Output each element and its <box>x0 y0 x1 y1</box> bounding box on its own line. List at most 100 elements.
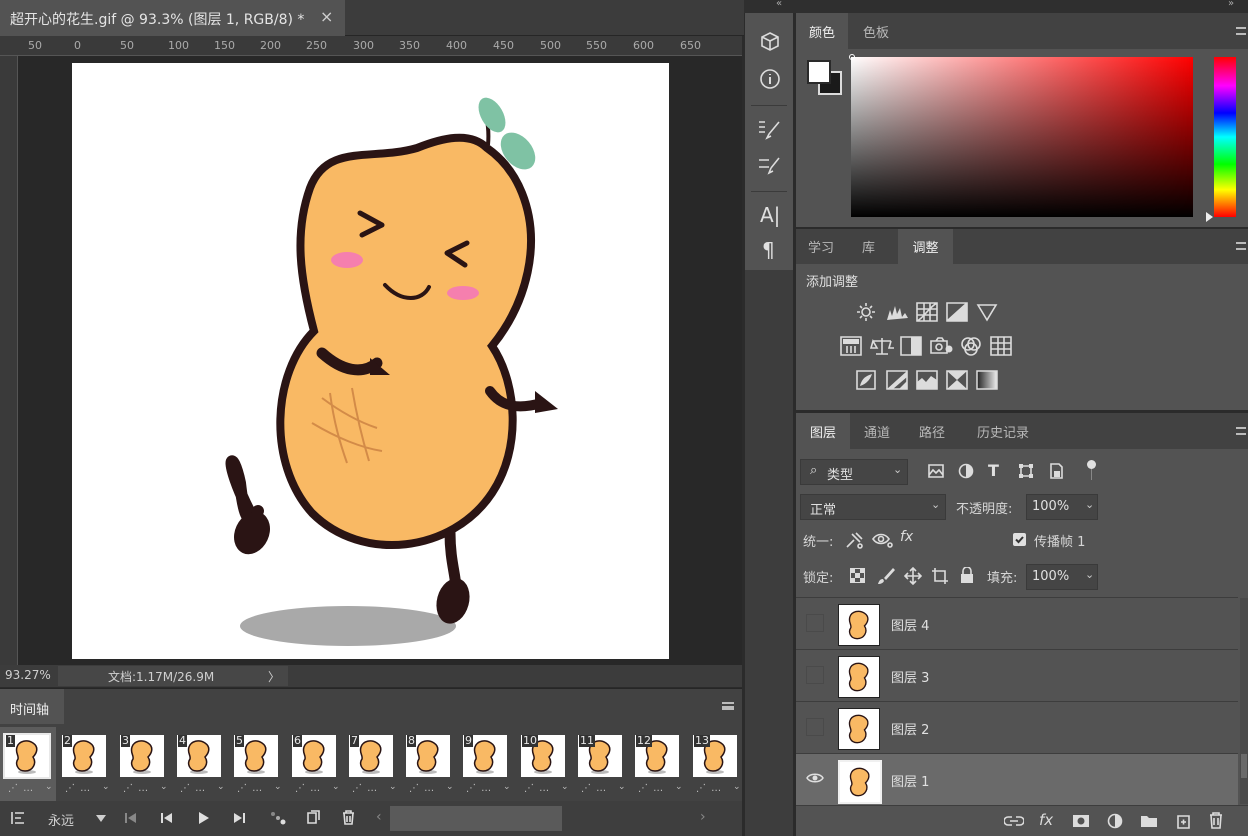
timeline-scroll-left[interactable]: ‹ <box>376 809 382 825</box>
frame-delay[interactable]: ⋰ … <box>295 783 321 794</box>
selective-color-icon[interactable] <box>946 370 968 390</box>
timeline-frame[interactable]: 10 ⋰ … ⌄ <box>516 727 572 801</box>
layer-row[interactable]: 图层 3 <box>796 650 1238 702</box>
timeline-frame[interactable]: 13 ⋰ … ⌄ <box>688 727 744 801</box>
tab-channels[interactable]: 通道 <box>850 413 904 449</box>
visibility-toggle[interactable] <box>806 666 824 684</box>
frame-delay[interactable]: ⋰ … <box>180 783 206 794</box>
hue-slider-marker[interactable] <box>1206 212 1213 222</box>
unify-visibility-icon[interactable] <box>872 531 894 549</box>
chevron-down-icon[interactable]: ⌄ <box>446 782 454 792</box>
link-layers-icon[interactable] <box>1004 815 1024 827</box>
layer-filter-select[interactable]: ⌕ 类型 ⌄ <box>800 459 908 485</box>
exposure-icon[interactable] <box>946 302 968 322</box>
hue-slider[interactable] <box>1214 57 1236 217</box>
play-icon[interactable] <box>198 811 210 825</box>
tab-adjustments[interactable]: 调整 <box>898 229 953 264</box>
frame-delay[interactable]: ⋰ … <box>65 783 91 794</box>
next-frame-icon[interactable] <box>232 812 246 824</box>
eye-icon[interactable] <box>806 772 824 784</box>
lock-all-icon[interactable] <box>960 567 974 584</box>
new-adjustment-layer-icon[interactable] <box>1107 813 1123 829</box>
frame-delay[interactable]: ⋰ … <box>638 783 664 794</box>
timeline-frame[interactable]: 2 ⋰ … ⌄ <box>57 727 113 801</box>
tab-layers[interactable]: 图层 <box>796 413 850 449</box>
chevron-down-icon[interactable]: ⌄ <box>389 782 397 792</box>
lock-transparent-icon[interactable] <box>850 568 865 583</box>
new-group-icon[interactable] <box>1140 814 1158 828</box>
tab-libraries[interactable]: 库 <box>846 229 891 264</box>
color-balance-icon[interactable] <box>870 336 894 356</box>
levels-icon[interactable] <box>886 302 910 322</box>
layer-name[interactable]: 图层 1 <box>891 771 929 790</box>
timeline-frame[interactable]: 12 ⋰ … ⌄ <box>630 727 686 801</box>
new-layer-icon[interactable] <box>1176 813 1191 829</box>
chevron-down-icon[interactable]: ⌄ <box>733 782 741 792</box>
chevron-down-icon[interactable]: ⌄ <box>1085 498 1094 511</box>
zoom-level[interactable]: 93.27% <box>5 668 51 682</box>
timeline-frame[interactable]: 9 ⋰ … ⌄ <box>458 727 514 801</box>
frame-delay[interactable]: ⋰ … <box>581 783 607 794</box>
loop-option[interactable]: 永远 <box>48 810 74 829</box>
character-panel-icon[interactable]: A| <box>760 203 780 227</box>
propagate-frame-checkbox[interactable] <box>1013 533 1026 546</box>
layer-row[interactable]: 图层 1 <box>796 754 1238 806</box>
chevron-down-icon[interactable]: ⌄ <box>102 782 110 792</box>
document-tab[interactable]: 超开心的花生.gif @ 93.3% (图层 1, RGB/8) * × <box>0 0 345 36</box>
color-field[interactable] <box>851 57 1193 217</box>
vibrance-icon[interactable] <box>976 302 998 322</box>
frame-delay[interactable]: ⋰ … <box>352 783 378 794</box>
visibility-toggle[interactable] <box>806 614 824 632</box>
duplicate-frame-icon[interactable] <box>306 810 320 825</box>
filter-type-icon[interactable]: T <box>988 461 999 480</box>
hue-saturation-icon[interactable] <box>840 336 862 356</box>
frame-delay[interactable]: ⋰ … <box>123 783 149 794</box>
timeline-menu-icon[interactable] <box>722 702 734 710</box>
timeline-frame[interactable]: 1 ⋰ … ⌄ <box>0 727 56 801</box>
gradient-map-icon[interactable] <box>976 370 998 390</box>
timeline-tab[interactable]: 时间轴 <box>0 689 64 724</box>
timeline-frame[interactable]: 7 ⋰ … ⌄ <box>344 727 400 801</box>
filter-adjustment-icon[interactable] <box>958 463 974 479</box>
delete-layer-icon[interactable] <box>1209 812 1223 829</box>
tab-learn[interactable]: 学习 <box>796 229 846 264</box>
frame-delay[interactable]: ⋰ … <box>696 783 722 794</box>
chevron-down-icon[interactable]: ⌄ <box>675 782 683 792</box>
curves-icon[interactable] <box>916 302 938 322</box>
invert-icon[interactable] <box>856 370 876 390</box>
black-white-icon[interactable] <box>900 336 922 356</box>
filter-pixel-icon[interactable] <box>928 464 944 478</box>
lock-image-icon[interactable] <box>877 567 895 585</box>
blend-mode-select[interactable]: 正常 ⌄ <box>800 494 946 520</box>
collapse-icon[interactable]: « <box>776 0 782 9</box>
brush-presets-icon[interactable] <box>757 155 783 177</box>
chevron-down-icon[interactable]: ⌄ <box>503 782 511 792</box>
lock-position-icon[interactable] <box>904 567 922 585</box>
frame-delay[interactable]: ⋰ … <box>466 783 492 794</box>
layer-row[interactable]: 图层 2 <box>796 702 1238 754</box>
timeline-frame[interactable]: 11 ⋰ … ⌄ <box>573 727 629 801</box>
timeline-frame[interactable]: 6 ⋰ … ⌄ <box>287 727 343 801</box>
loop-dropdown-icon[interactable] <box>96 815 106 822</box>
frame-delay[interactable]: ⋰ … <box>8 783 34 794</box>
layer-row[interactable]: 图层 4 <box>796 598 1238 650</box>
first-frame-icon[interactable] <box>124 812 138 824</box>
chevron-down-icon[interactable]: ⌄ <box>217 782 225 792</box>
delete-frame-icon[interactable] <box>342 810 355 825</box>
layer-name[interactable]: 图层 3 <box>891 667 929 686</box>
foreground-color-swatch[interactable] <box>807 60 831 84</box>
layer-name[interactable]: 图层 2 <box>891 719 929 738</box>
paragraph-panel-icon[interactable]: ¶ <box>762 238 775 262</box>
layer-style-icon[interactable]: fx <box>1039 811 1053 829</box>
visibility-toggle[interactable] <box>806 718 824 736</box>
chevron-down-icon[interactable]: ⌄ <box>1085 568 1094 581</box>
chevron-down-icon[interactable]: ⌄ <box>332 782 340 792</box>
timeline-frame[interactable]: 5 ⋰ … ⌄ <box>229 727 285 801</box>
lock-artboard-icon[interactable] <box>931 567 949 585</box>
adjust-panel-menu-icon[interactable] <box>1236 242 1246 250</box>
unify-position-icon[interactable] <box>845 531 865 549</box>
previous-frame-icon[interactable] <box>160 812 174 824</box>
photo-filter-icon[interactable] <box>930 336 954 356</box>
color-lookup-icon[interactable] <box>990 336 1012 356</box>
brightness-icon[interactable] <box>856 302 876 322</box>
